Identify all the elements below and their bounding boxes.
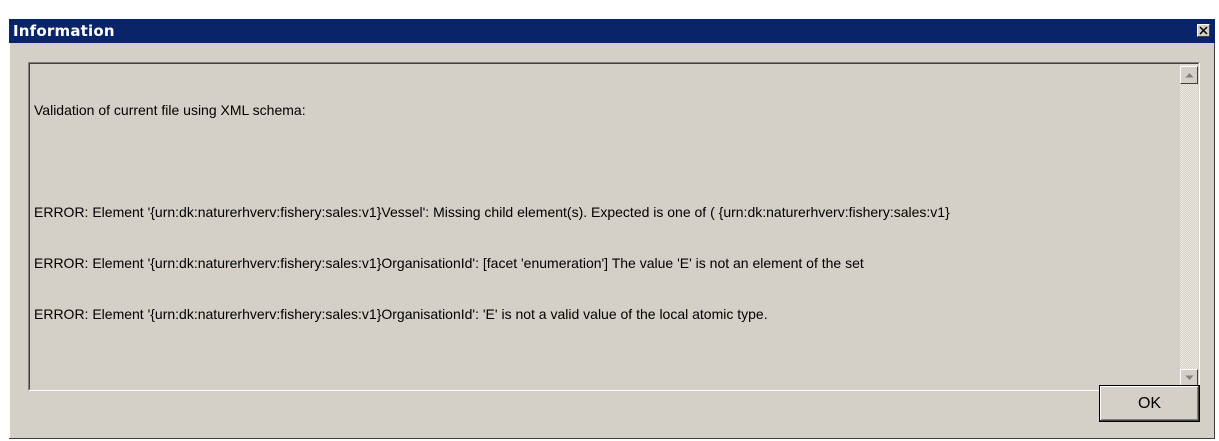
information-dialog: Information Validation of current file u… — [9, 19, 1215, 439]
scroll-up-button[interactable] — [1180, 66, 1198, 84]
message-line: ERROR: Element '{urn:dk:naturerhverv:fis… — [34, 306, 768, 322]
message-line: Validation of current file using XML sch… — [34, 102, 306, 118]
message-line — [34, 153, 1174, 170]
close-button[interactable] — [1197, 24, 1210, 37]
vertical-scrollbar[interactable] — [1180, 64, 1198, 389]
message-line: ERROR: Element '{urn:dk:naturerhverv:fis… — [34, 204, 950, 220]
message-textarea[interactable]: Validation of current file using XML sch… — [28, 62, 1200, 391]
message-line: ERROR: Element '{urn:dk:naturerhverv:fis… — [34, 255, 864, 271]
ok-button[interactable]: OK — [1099, 385, 1200, 422]
close-icon — [1199, 26, 1208, 35]
arrow-down-icon — [1185, 375, 1193, 380]
message-text: Validation of current file using XML sch… — [34, 68, 1174, 357]
arrow-up-icon — [1185, 73, 1193, 78]
title-bar[interactable]: Information — [9, 19, 1215, 43]
dialog-title: Information — [13, 22, 115, 40]
